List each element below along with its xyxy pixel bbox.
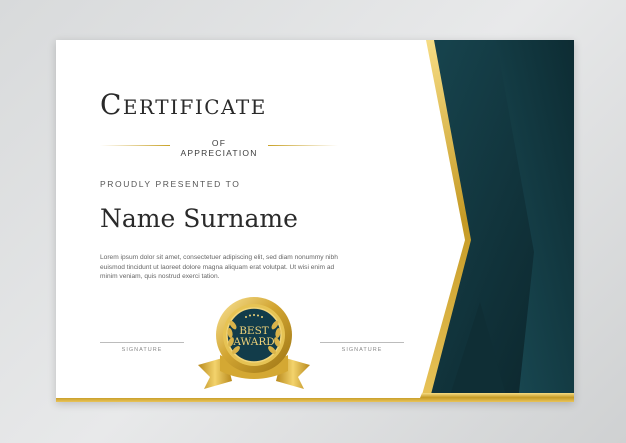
recipient-name: Name Surname [100, 204, 298, 233]
certificate-subtitle: OF APPRECIATION [180, 138, 258, 158]
presented-label: PROUDLY PRESENTED TO [100, 179, 241, 189]
subtitle-row: OF APPRECIATION [100, 138, 338, 158]
signature-label-left: SIGNATURE [121, 347, 163, 353]
certificate-card: Certificate OF APPRECIATION PROUDLY PRES… [56, 40, 574, 402]
subtitle-divider-left [100, 145, 170, 146]
certificate-title: Certificate [100, 88, 267, 121]
signature-line-right [320, 342, 404, 343]
signature-label-right: SIGNATURE [341, 347, 383, 353]
signature-line-left [100, 342, 184, 343]
body-text: Lorem ipsum dolor sit amet, consectetuer… [100, 254, 338, 281]
award-badge: BEST AWARD [184, 295, 324, 395]
badge-text-award: AWARD [233, 336, 275, 348]
subtitle-divider-right [268, 145, 338, 146]
